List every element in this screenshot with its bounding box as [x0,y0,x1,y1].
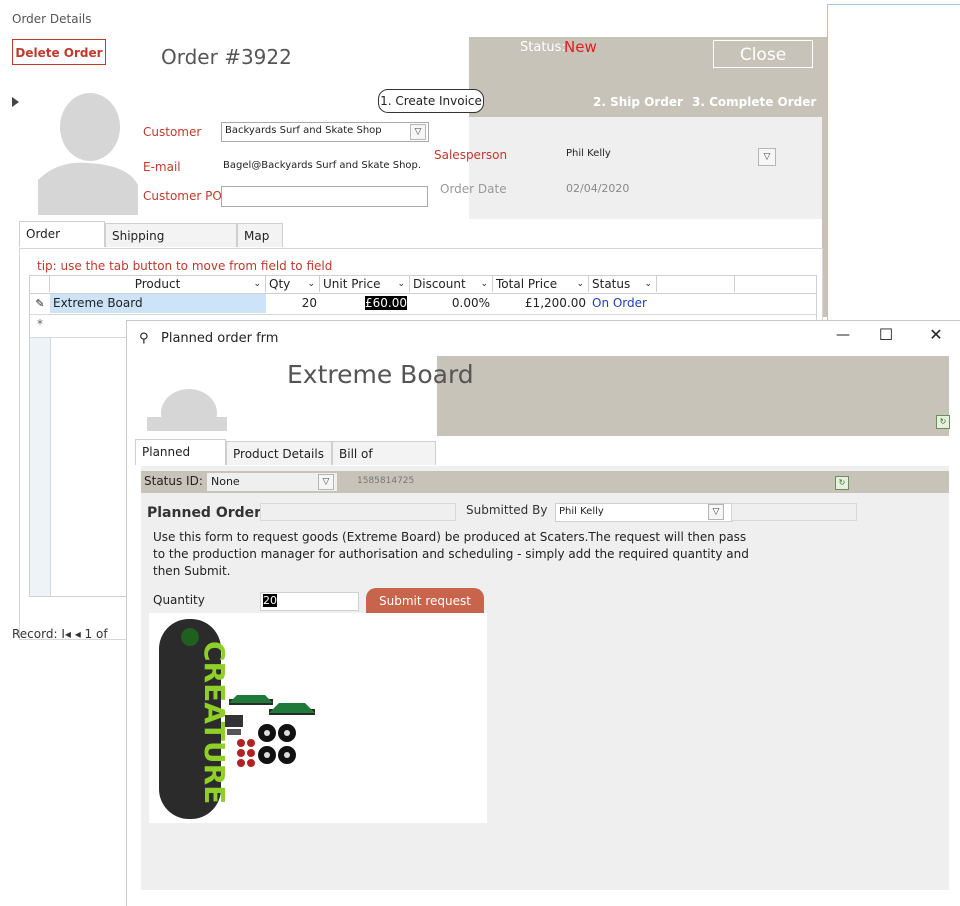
table-row[interactable]: ✎ Extreme Board 20 £60.00 0.00% £1,200.0… [30,294,816,315]
record-id: 1585814725 [357,476,415,486]
col-total-price[interactable]: Total Price ⌄ [493,276,589,292]
quantity-value: 20 [263,594,277,607]
skateboard-image: CREATURE [159,619,315,819]
customer-value: Backyards Surf and Skate Shop [225,125,382,136]
close-button[interactable]: Close [713,40,813,68]
tab-order-details[interactable]: Order Details [19,221,105,265]
chevron-down-icon[interactable]: ▽ [708,504,724,520]
section-title-field [260,503,456,521]
record-navigator[interactable]: Record: I◂ ◂ 1 of [12,627,108,641]
customer-label: Customer [143,125,202,139]
sort-chevron-icon: ⌄ [253,279,261,289]
cell-status[interactable]: On Order [589,294,657,313]
refresh-icon[interactable]: ↻ [936,415,950,429]
col-product[interactable]: Product ⌄ [50,276,266,292]
submitted-by-value: Phil Kelly [559,506,604,517]
cell-discount[interactable]: 0.00% [410,294,493,313]
tip-text: tip: use the tab button to move from fie… [37,259,333,273]
right-gray-panel [469,117,828,219]
sort-chevron-icon: ⌄ [576,279,584,289]
record-selector-arrow[interactable] [12,97,19,107]
cell-qty[interactable]: 20 [266,294,320,313]
planned-tabs: Planned Order Product Details Bill of Ma… [135,439,436,485]
order-date-label: Order Date [440,182,507,196]
tab-bill-of-materials[interactable]: Bill of Materials [332,441,436,485]
cell-unit-price: £60.00 [365,296,407,310]
status-id-combo[interactable]: None ▽ [207,473,337,491]
window-title-bar[interactable]: ⚲ Planned order frm — ☐ ✕ [127,321,960,357]
order-tabs: Order Details Shipping Information Map [19,221,819,267]
sort-chevron-icon: ⌄ [397,279,405,289]
app-icon: ⚲ [139,331,149,346]
col-selector [30,276,50,292]
col-spare-1 [657,276,735,292]
tab-planned-order[interactable]: Planned Order [135,439,226,483]
quantity-label: Quantity [153,593,205,607]
order-date-value[interactable]: 02/04/2020 [566,182,629,195]
row-selector-column [30,338,51,596]
salesperson-label: Salesperson [434,148,508,162]
tab-shipping-information[interactable]: Shipping Information [105,223,237,267]
col-unit-price[interactable]: Unit Price ⌄ [320,276,410,292]
form-title: Order Details [12,12,92,26]
col-discount[interactable]: Discount ⌄ [410,276,493,292]
status-id-label: Status ID: [144,474,203,488]
col-status[interactable]: Status ⌄ [589,276,657,292]
section-title: Planned Order [147,505,262,521]
close-window-button[interactable]: ✕ [925,325,947,344]
submitted-by-combo[interactable]: Phil Kelly ▽ [555,503,733,522]
window-title: Planned order frm [161,331,279,346]
delete-order-button[interactable]: Delete Order [12,39,106,65]
sort-chevron-icon: ⌄ [480,279,488,289]
col-qty[interactable]: Qty ⌄ [266,276,320,292]
customer-po-label: Customer PO: [143,189,226,203]
chevron-down-icon[interactable]: ▽ [410,124,426,140]
status-label: Status: [520,40,566,55]
product-title: Extreme Board [287,360,474,389]
right-pane-border [827,4,960,325]
product-image: CREATURE [149,613,487,823]
cell-total[interactable]: £1,200.00 [493,294,589,313]
header-avatar [147,387,227,437]
tab-map[interactable]: Map [237,223,283,247]
tab-product-details[interactable]: Product Details [226,441,332,465]
cell-unit-price-wrap[interactable]: £60.00 [320,294,410,313]
planned-order-window: ⚲ Planned order frm — ☐ ✕ Extreme Board … [126,320,960,906]
step-complete-order[interactable]: 3. Complete Order [692,95,816,109]
description-text: Use this form to request goods (Extreme … [153,530,749,578]
salesperson-value[interactable]: Phil Kelly [566,148,611,159]
sort-chevron-icon: ⌄ [644,279,652,289]
step-create-invoice[interactable]: 1. Create Invoice [378,89,484,113]
status-refresh-icon[interactable]: ↻ [835,476,849,490]
maximize-button[interactable]: ☐ [876,325,896,344]
sort-chevron-icon: ⌄ [307,279,315,289]
order-number-title: Order #3922 [161,45,292,69]
email-value[interactable]: Bagel@Backyards Surf and Skate Shop. [223,160,421,171]
customer-avatar [38,85,138,215]
chevron-down-icon[interactable]: ▽ [318,474,334,490]
status-value: New [564,38,597,56]
new-row-marker: * [37,317,43,331]
header-gray-band [437,356,949,436]
customer-po-field[interactable] [221,186,428,207]
step-ship-order[interactable]: 2. Ship Order [593,95,683,109]
edit-pencil-icon: ✎ [35,297,45,310]
minimize-button[interactable]: — [833,327,853,343]
submit-request-button[interactable]: Submit request [366,588,484,615]
customer-combo[interactable]: Backyards Surf and Skate Shop ▽ [221,122,429,142]
salesperson-chevron-down-icon[interactable]: ▽ [758,148,776,166]
submitted-extra-field [731,503,857,521]
status-id-value: None [211,475,240,488]
grid-header: Product ⌄ Qty ⌄ Unit Price ⌄ Discount ⌄ Tota… [30,276,816,294]
cell-product[interactable]: Extreme Board [50,294,266,313]
email-label: E-mail [143,160,181,174]
submitted-by-label: Submitted By [466,503,548,517]
quantity-field[interactable]: 20 [260,592,359,611]
